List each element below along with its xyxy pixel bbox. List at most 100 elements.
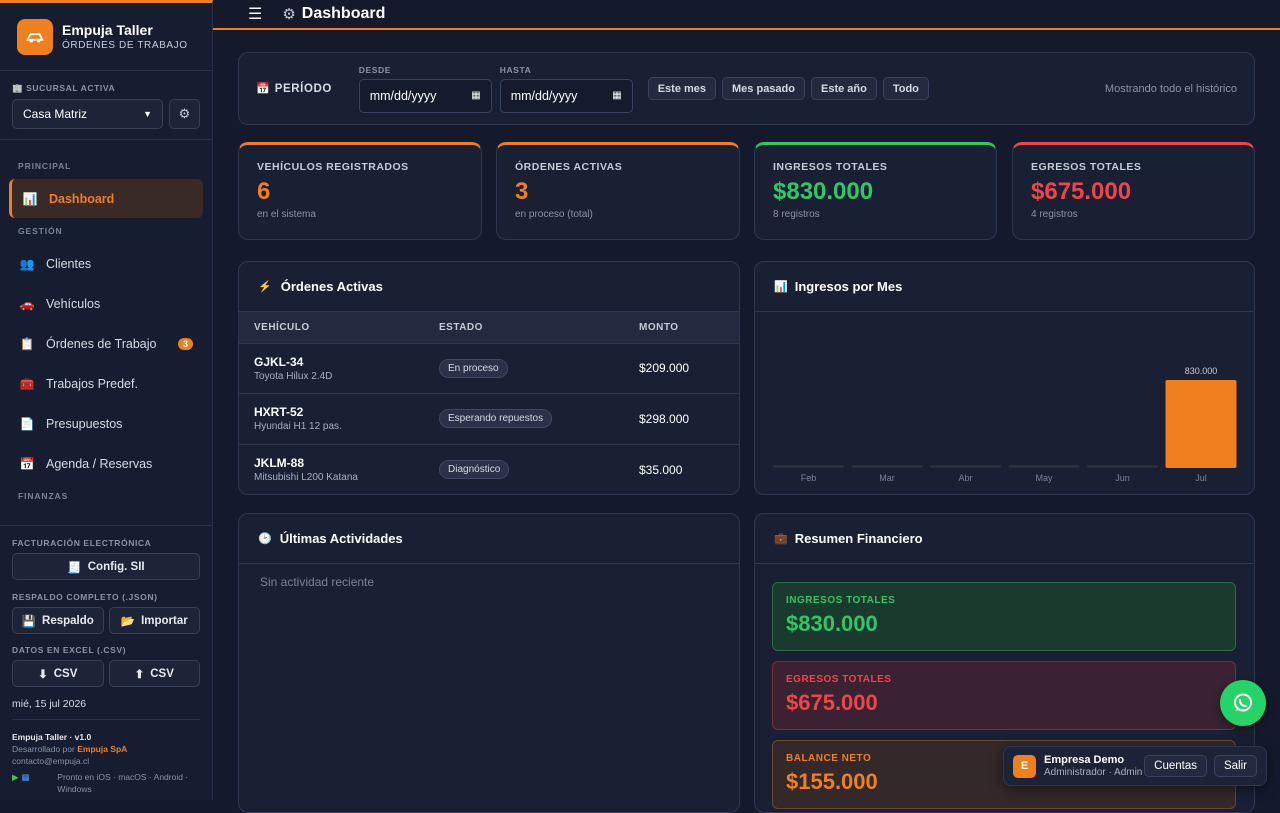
status-badge: Diagnóstico xyxy=(439,460,510,479)
current-date: mié, 15 jul 2026 xyxy=(12,698,87,710)
bar-mar xyxy=(851,465,923,468)
nav-section-principal: PRINCIPAL xyxy=(18,161,72,171)
app-version: Empuja Taller · v1.0 xyxy=(12,732,92,742)
hamburger-menu-icon[interactable]: ☰ xyxy=(248,4,262,24)
kpi-value: 3 xyxy=(515,178,529,205)
sii-config-button[interactable]: 🧾 Config. SII xyxy=(12,553,200,580)
column-header: VEHÍCULO xyxy=(239,312,424,343)
account-name: Empresa Demo xyxy=(1044,754,1125,766)
finance-header: 💼 Resumen Financiero xyxy=(755,514,1254,564)
kpi-expenses: EGRESOS TOTALES $675.000 4 registros xyxy=(1012,142,1255,240)
lightning-icon: ⚡ xyxy=(258,281,272,293)
sidebar-item-clientes[interactable]: 👥 Clientes xyxy=(9,244,203,283)
calendar-picker-icon[interactable]: ▦ xyxy=(471,90,480,101)
finance-label: INGRESOS TOTALES xyxy=(786,595,896,606)
finance-expenses: EGRESOS TOTALES $675.000 xyxy=(772,661,1236,730)
table-row[interactable]: HXRT-52 Hyundai H1 12 pas. Esperando repu… xyxy=(239,393,739,444)
order-amount: $209.000 xyxy=(624,342,739,394)
kpi-vehicles: VEHÍCULOS REGISTRADOS 6 en el sistema xyxy=(238,142,482,240)
from-date-input[interactable]: mm/dd/yyyy ▦ xyxy=(358,78,492,113)
sidebar-item-ordenes[interactable]: 📋 Órdenes de Trabajo 3 xyxy=(9,324,203,363)
sidebar-item-agenda[interactable]: 📅 Agenda / Reservas xyxy=(9,444,203,483)
order-amount: $298.000 xyxy=(624,393,739,444)
order-amount: $35.000 xyxy=(624,443,739,494)
sii-config-label: Config. SII xyxy=(87,560,145,573)
active-orders-header: ⚡ Órdenes Activas xyxy=(239,262,739,312)
page-title: Dashboard xyxy=(301,5,386,22)
sidebar-item-label: Trabajos Predef. xyxy=(46,376,138,391)
account-role: Administrador · Admin xyxy=(1044,767,1143,778)
clock-icon: 🕑 xyxy=(258,533,272,545)
kpi-sub: en el sistema xyxy=(257,209,316,220)
vehicle-model: Toyota Hilux 2.4D xyxy=(254,370,333,382)
branch-settings-button[interactable]: ⚙ xyxy=(169,99,200,129)
sidebar-item-presupuestos[interactable]: 📄 Presupuestos xyxy=(9,404,203,443)
x-tick-label: Jun xyxy=(1115,473,1130,483)
sidebar-item-label: Vehículos xyxy=(46,296,101,311)
vehicle-plate: HXRT-52 xyxy=(254,405,304,420)
accounts-button[interactable]: Cuentas xyxy=(1144,755,1207,777)
csv-import-label: CSV xyxy=(150,667,174,680)
import-button[interactable]: 📂 Importar xyxy=(108,607,200,634)
csv-export-label: CSV xyxy=(53,667,78,680)
column-header: MONTO xyxy=(624,312,739,343)
branch-value: Casa Matriz xyxy=(23,107,88,121)
folder-icon: 📂 xyxy=(120,615,136,628)
calendar-icon: 📅 xyxy=(256,83,270,95)
calendar-icon: 📅 xyxy=(19,456,35,471)
avatar: E xyxy=(1013,754,1036,778)
income-bar-chart: Feb Mar Abr May Jun Jul 830.000 xyxy=(773,366,1237,483)
sidebar-item-dashboard[interactable]: 📊 Dashboard xyxy=(9,179,203,218)
play-store-icon: ▶ xyxy=(12,772,22,782)
sidebar-item-trabajos[interactable]: 🧰 Trabajos Predef. xyxy=(9,364,203,403)
table-row[interactable]: GJKL-34 Toyota Hilux 2.4D En proceso $209… xyxy=(239,342,739,394)
to-date-input[interactable]: mm/dd/yyyy ▦ xyxy=(499,78,633,113)
income-chart-title: Ingresos por Mes xyxy=(794,279,903,294)
csv-export-button[interactable]: ⬇ CSV xyxy=(12,660,104,687)
x-tick-label: Abr xyxy=(958,473,972,483)
csv-import-button[interactable]: ⬆ CSV xyxy=(108,660,200,687)
table-row[interactable]: JKLM-88 Mitsubishi L200 Katana Diagnóstic… xyxy=(239,443,739,494)
sidebar-item-vehiculos[interactable]: 🚗 Vehículos xyxy=(9,284,203,323)
quick-last-month[interactable]: Mes pasado xyxy=(722,77,805,100)
chart-icon: 📊 xyxy=(22,191,38,206)
kpi-value: 6 xyxy=(257,178,271,205)
kpi-sub: en proceso (total) xyxy=(515,209,593,220)
quick-all[interactable]: Todo xyxy=(882,77,929,100)
briefcase-icon: 💼 xyxy=(774,533,788,545)
toolbox-icon: 🧰 xyxy=(19,376,35,391)
chevron-down-icon: ▼ xyxy=(143,109,152,119)
quick-this-month[interactable]: Este mes xyxy=(647,77,717,100)
backup-button[interactable]: 💾 Respaldo xyxy=(12,607,104,634)
bar-feb xyxy=(773,465,844,468)
developer-prefix: Desarrollado por xyxy=(12,744,75,754)
whatsapp-button[interactable] xyxy=(1220,680,1266,726)
period-filter: 📅 PERÍODO DESDE mm/dd/yyyy ▦ HASTA mm/dd/… xyxy=(238,52,1255,125)
branch-select[interactable]: Casa Matriz ▼ xyxy=(12,99,163,129)
car-icon: 🚗 xyxy=(19,296,35,311)
whatsapp-icon xyxy=(1234,693,1252,712)
to-date-placeholder: mm/dd/yyyy xyxy=(510,88,578,103)
logout-button[interactable]: Salir xyxy=(1213,755,1257,777)
quick-this-year[interactable]: Este año xyxy=(810,77,877,100)
x-tick-label: May xyxy=(1035,473,1053,483)
active-orders-table: VEHÍCULO ESTADO MONTO GJKL-34 Toyota Hilu… xyxy=(239,312,739,494)
arrow-down-icon: ⬇ xyxy=(38,668,48,681)
backup-button-label: Respaldo xyxy=(42,614,94,627)
clipboard-icon: 📋 xyxy=(19,336,35,351)
developer-link[interactable]: Empuja SpA xyxy=(77,744,127,754)
calendar-picker-icon[interactable]: ▦ xyxy=(612,90,621,101)
finance-value: $675.000 xyxy=(786,690,878,715)
sidebar: Empuja Taller ÓRDENES DE TRABAJO 🏢 SUCUR… xyxy=(0,0,213,800)
finance-income: INGRESOS TOTALES $830.000 xyxy=(772,582,1236,651)
arrow-up-icon: ⬆ xyxy=(134,668,145,681)
account-bar: E Empresa Demo Administrador · Admin Cue… xyxy=(1003,746,1267,786)
kpi-active-orders: ÓRDENES ACTIVAS 3 en proceso (total) xyxy=(496,142,740,240)
activities-card: 🕑 Últimas Actividades Sin actividad reci… xyxy=(238,513,740,813)
branch-selector: 🏢 SUCURSAL ACTIVA Casa Matriz ▼ ⚙ xyxy=(0,71,212,140)
app-name: Empuja Taller xyxy=(62,22,153,38)
gear-icon: ⚙ xyxy=(178,106,191,121)
branch-label: 🏢 SUCURSAL ACTIVA xyxy=(12,83,116,93)
activities-title: Últimas Actividades xyxy=(279,531,403,546)
x-tick-label: Jul xyxy=(1195,473,1207,483)
